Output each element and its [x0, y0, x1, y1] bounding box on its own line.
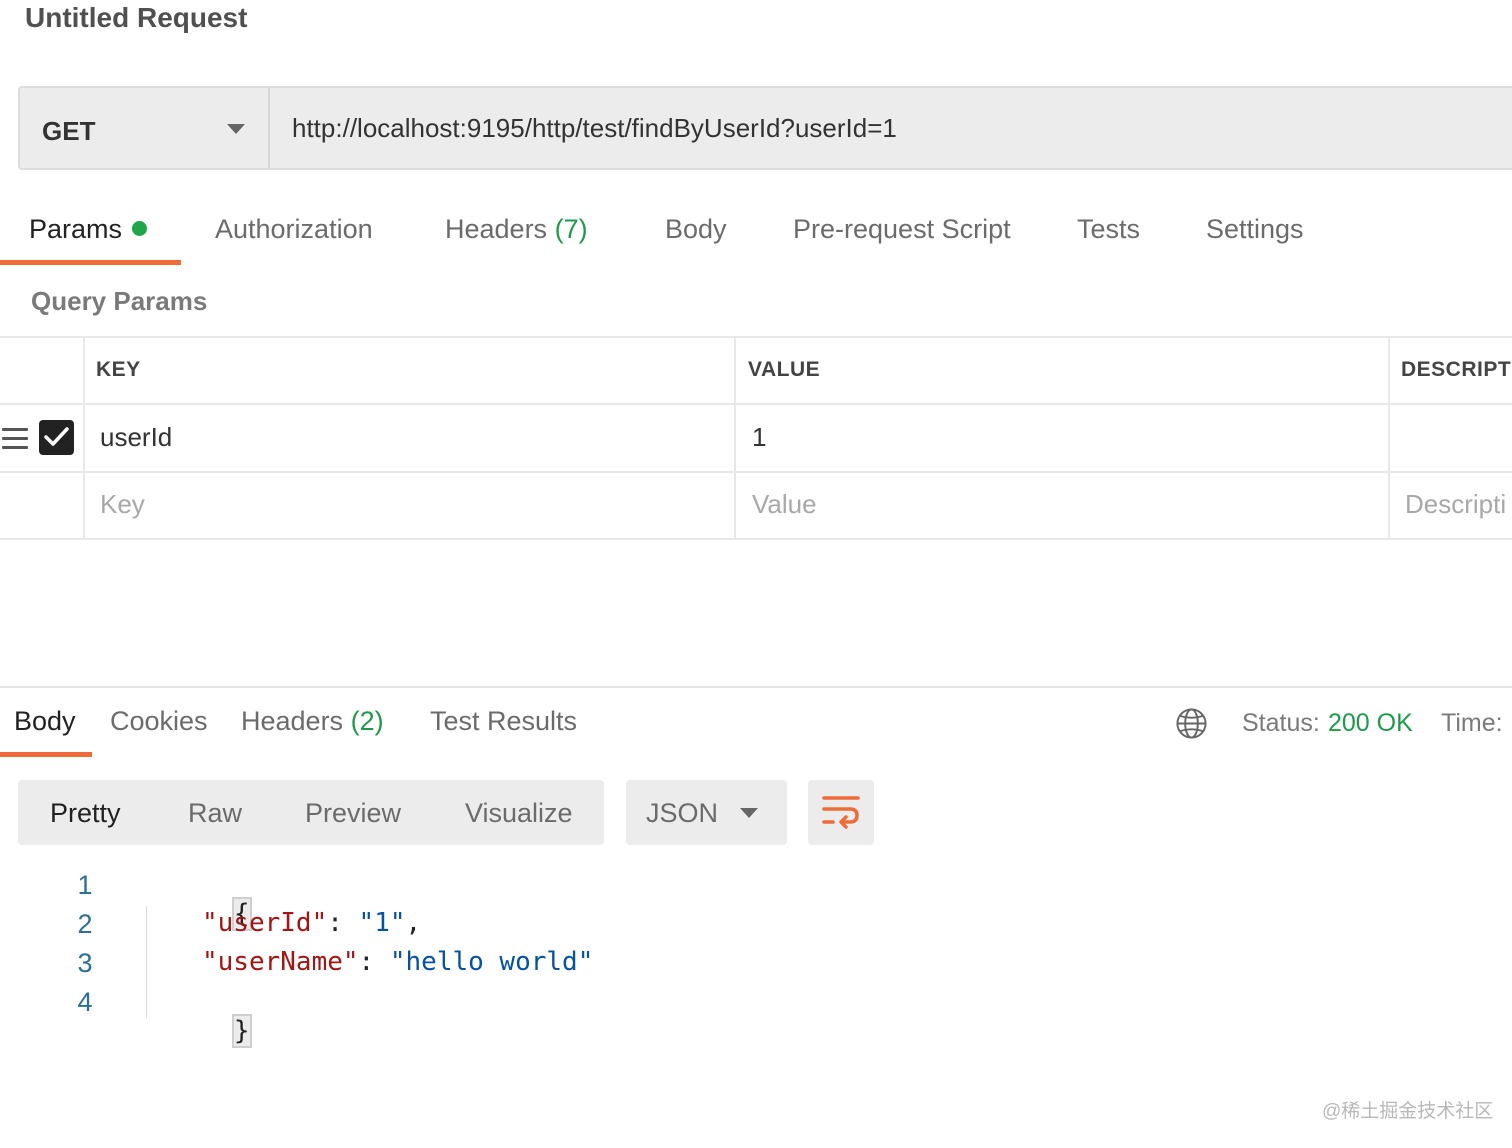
new-param-description-input[interactable]: Descripti [1405, 489, 1506, 520]
tab-body[interactable]: Body [665, 214, 727, 245]
tab-params[interactable]: Params [29, 214, 148, 245]
method-select[interactable]: GET [20, 88, 270, 168]
globe-icon[interactable] [1175, 707, 1208, 740]
column-header-description: DESCRIPTI [1401, 358, 1512, 381]
tab-headers-label: Headers [445, 214, 548, 244]
status-value[interactable]: 200 OK [1328, 709, 1413, 738]
table-divider [0, 471, 1512, 473]
json-key: "userId" [202, 908, 328, 938]
response-tab-test-results[interactable]: Test Results [430, 706, 577, 737]
column-header-value: VALUE [748, 358, 821, 381]
tab-prerequest-script[interactable]: Pre-request Script [793, 214, 1011, 245]
json-close-brace: } [231, 1014, 252, 1048]
table-divider [0, 403, 1512, 405]
request-bar: GET [18, 86, 1512, 170]
code-line-3: "userName": "hello world" [202, 947, 594, 977]
tab-headers-count: (7) [554, 214, 588, 244]
view-raw-button[interactable]: Raw [188, 798, 242, 829]
view-mode-group: Pretty Raw Preview Visualize [18, 780, 604, 845]
response-tab-cookies[interactable]: Cookies [110, 706, 208, 737]
params-tab-underline [0, 260, 181, 265]
format-label: JSON [646, 798, 719, 828]
url-input[interactable] [272, 88, 1512, 168]
view-pretty-button[interactable]: Pretty [50, 798, 121, 829]
line-number: 3 [77, 948, 93, 978]
params-active-dot [132, 221, 148, 237]
tab-tests[interactable]: Tests [1077, 214, 1140, 245]
format-select[interactable]: JSON [626, 780, 787, 845]
chevron-down-icon [740, 808, 758, 818]
line-number: 4 [77, 987, 93, 1017]
param-key-cell[interactable]: userId [100, 422, 172, 453]
tab-settings[interactable]: Settings [1206, 214, 1304, 245]
response-divider[interactable] [0, 686, 1512, 688]
json-string-value: "1" [358, 908, 406, 938]
line-number: 1 [77, 870, 93, 900]
tab-headers[interactable]: Headers (7) [445, 214, 588, 245]
table-border-top [0, 336, 1512, 338]
postman-request-page: Untitled Request GET Params Authorizatio… [0, 0, 1512, 1148]
drag-handle-icon[interactable] [2, 428, 28, 450]
checkbox-checked-icon[interactable] [39, 420, 74, 455]
column-divider [83, 336, 85, 540]
view-visualize-button[interactable]: Visualize [465, 798, 573, 829]
watermark: @稀土掘金技术社区 [1322, 1101, 1494, 1122]
response-tab-headers-label: Headers [241, 706, 344, 736]
json-key: "userName" [202, 947, 359, 977]
response-body-tab-underline [0, 752, 92, 757]
json-string-value: "hello world" [389, 947, 594, 977]
param-value-cell[interactable]: 1 [752, 422, 766, 453]
response-tab-headers-count: (2) [350, 706, 384, 736]
request-title[interactable]: Untitled Request [25, 2, 247, 34]
table-border-bottom [0, 538, 1512, 540]
tab-authorization[interactable]: Authorization [215, 214, 373, 245]
code-line-4: } [140, 986, 252, 1076]
code-line-2: "userId": "1", [202, 908, 422, 938]
view-preview-button[interactable]: Preview [305, 798, 401, 829]
column-divider [734, 336, 736, 540]
new-param-key-input[interactable]: Key [100, 489, 145, 520]
wrap-lines-icon [822, 796, 860, 829]
response-tab-headers[interactable]: Headers (2) [241, 706, 384, 737]
method-label: GET [42, 116, 96, 146]
wrap-lines-button[interactable] [808, 780, 874, 845]
column-header-key: KEY [96, 358, 141, 381]
response-tab-body[interactable]: Body [14, 706, 76, 737]
column-divider [1388, 336, 1390, 540]
time-label: Time: [1441, 709, 1503, 737]
chevron-down-icon [227, 124, 245, 134]
status-label: Status: [1242, 709, 1320, 737]
tab-params-label: Params [29, 214, 123, 244]
query-params-table: KEY VALUE DESCRIPTI userId 1 Key Value D… [0, 336, 1512, 540]
line-number: 2 [77, 909, 93, 939]
new-param-value-input[interactable]: Value [752, 489, 817, 520]
query-params-label: Query Params [31, 286, 208, 316]
